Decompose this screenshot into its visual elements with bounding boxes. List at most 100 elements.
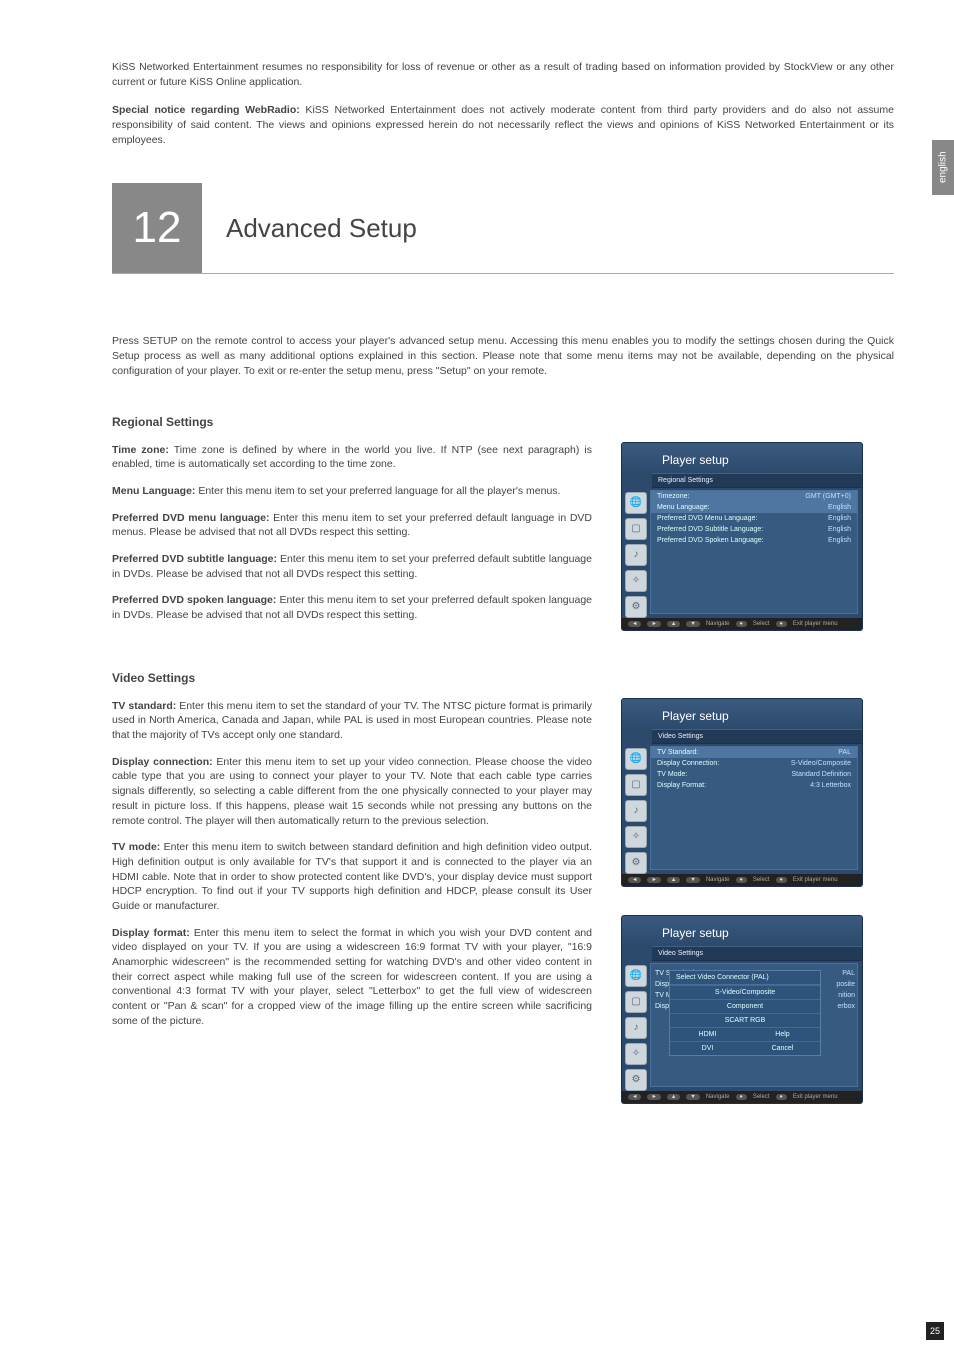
intro-paragraph: Press SETUP on the remote control to acc… bbox=[112, 334, 894, 378]
bold-label: Preferred DVD subtitle language: bbox=[112, 553, 277, 565]
kv-key: Preferred DVD Spoken Language: bbox=[657, 537, 764, 544]
tv-icon: ▢ bbox=[625, 518, 647, 540]
shot-content: TV Standard:PAL Display Connection:S-Vid… bbox=[650, 746, 858, 870]
foot-label: Navigate bbox=[706, 621, 730, 627]
foot-label: Exit player menu bbox=[793, 621, 838, 627]
shot-sidebar: 🌐 ▢ ♪ ✧ ⚙ bbox=[622, 961, 650, 1091]
popup-item: Component bbox=[670, 999, 820, 1013]
para-menu-language: Menu Language: Enter this menu item to s… bbox=[112, 484, 592, 499]
regional-text-col: Time zone: Time zone is defined by where… bbox=[112, 443, 592, 635]
popup-select-connector: Select Video Connector (PAL) S-Video/Com… bbox=[669, 970, 821, 1056]
disclaimer-stockview: KiSS Networked Entertainment resumes no … bbox=[112, 60, 894, 89]
shot-subtitle: Regional Settings bbox=[652, 473, 862, 488]
kv-key: Preferred DVD Menu Language: bbox=[657, 515, 757, 522]
popup-title: Select Video Connector (PAL) bbox=[670, 971, 820, 985]
para-dvd-menu-lang: Preferred DVD menu language: Enter this … bbox=[112, 511, 592, 540]
popup-item: Cancel bbox=[745, 1041, 820, 1055]
text: erbox bbox=[836, 1001, 855, 1012]
kv-row: Timezone:GMT (GMT+0) bbox=[651, 491, 857, 502]
kv-val: S-Video/Composite bbox=[791, 760, 851, 767]
network-icon: ✧ bbox=[625, 570, 647, 592]
select-pill: ● bbox=[736, 877, 747, 883]
bold-label: Preferred DVD menu language: bbox=[112, 512, 269, 524]
shot-footer: ◄►▲▼Navigate ●Select ●Exit player menu bbox=[622, 874, 862, 886]
foot-label: Select bbox=[753, 877, 770, 883]
shot-subtitle: Video Settings bbox=[652, 946, 862, 961]
popup-item: DVI bbox=[670, 1041, 745, 1055]
shot-title: Player setup bbox=[622, 916, 862, 946]
bold-label: TV standard: bbox=[112, 700, 176, 712]
text: Enter this menu item to set your preferr… bbox=[195, 485, 560, 497]
video-text-col: TV standard: Enter this menu item to set… bbox=[112, 699, 592, 1041]
bold-label: TV mode: bbox=[112, 841, 160, 853]
globe-icon: 🌐 bbox=[625, 748, 647, 770]
text: Enter this menu item to switch between s… bbox=[112, 841, 592, 912]
screenshot-video-popup: Player setup Video Settings 🌐 ▢ ♪ ✧ ⚙ TV… bbox=[622, 916, 862, 1103]
kv-val: English bbox=[828, 537, 851, 544]
shot-body: 🌐 ▢ ♪ ✧ ⚙ Timezone:GMT (GMT+0) Menu Lang… bbox=[622, 488, 862, 618]
foot-label: Select bbox=[753, 621, 770, 627]
bold-label: Preferred DVD spoken language: bbox=[112, 594, 276, 606]
text: Enter this menu item to select the forma… bbox=[112, 927, 592, 1027]
shot-content: Timezone:GMT (GMT+0) Menu Language:Engli… bbox=[650, 490, 858, 614]
bold-label: Display connection: bbox=[112, 756, 213, 768]
kv-val: English bbox=[828, 526, 851, 533]
shot-footer: ◄►▲▼Navigate ●Select ●Exit player menu bbox=[622, 618, 862, 630]
tv-icon: ▢ bbox=[625, 991, 647, 1013]
text: posite bbox=[836, 979, 855, 990]
nav-pill: ▼ bbox=[686, 621, 699, 627]
language-tab: english bbox=[932, 140, 954, 195]
nav-pill: ◄ bbox=[628, 621, 641, 627]
nav-pill: ▲ bbox=[667, 1094, 680, 1100]
para-display-format: Display format: Enter this menu item to … bbox=[112, 926, 592, 1029]
popup-item: HDMI bbox=[670, 1027, 745, 1041]
audio-icon: ♪ bbox=[625, 800, 647, 822]
popup-item: Help bbox=[745, 1027, 820, 1041]
network-icon: ✧ bbox=[625, 1043, 647, 1065]
popup-row: HDMI Help bbox=[670, 1027, 820, 1041]
kv-row: Display Connection:S-Video/Composite bbox=[651, 758, 857, 769]
para-tv-standard: TV standard: Enter this menu item to set… bbox=[112, 699, 592, 743]
text: Time zone is defined by where in the wor… bbox=[112, 444, 592, 471]
exit-pill: ● bbox=[776, 877, 787, 883]
para-display-connection: Display connection: Enter this menu item… bbox=[112, 755, 592, 828]
kv-key: Preferred DVD Subtitle Language: bbox=[657, 526, 763, 533]
video-shot-col: Player setup Video Settings 🌐 ▢ ♪ ✧ ⚙ TV… bbox=[622, 699, 862, 1103]
bold-label: Display format: bbox=[112, 927, 190, 939]
shot-body: 🌐 ▢ ♪ ✧ ⚙ TV Standard: Displa TV Mo Disp… bbox=[622, 961, 862, 1091]
foot-label: Navigate bbox=[706, 1094, 730, 1100]
nav-pill: ▼ bbox=[686, 877, 699, 883]
shot-content: TV Standard: Displa TV Mo Displa PAL pos… bbox=[650, 963, 858, 1087]
kv-key: Display Format: bbox=[657, 782, 706, 789]
foot-label: Exit player menu bbox=[793, 877, 838, 883]
tv-icon: ▢ bbox=[625, 774, 647, 796]
popup-row: DVI Cancel bbox=[670, 1041, 820, 1055]
shot-title: Player setup bbox=[622, 699, 862, 729]
regional-shot-col: Player setup Regional Settings 🌐 ▢ ♪ ✧ ⚙… bbox=[622, 443, 862, 630]
bold-label: Time zone: bbox=[112, 444, 169, 456]
globe-icon: 🌐 bbox=[625, 965, 647, 987]
shot-title: Player setup bbox=[622, 443, 862, 473]
text: PAL bbox=[836, 968, 855, 979]
kv-val: English bbox=[828, 504, 851, 511]
bold-label: Menu Language: bbox=[112, 485, 195, 497]
kv-val: English bbox=[828, 515, 851, 522]
kv-row: TV Standard:PAL bbox=[651, 747, 857, 758]
screenshot-video: Player setup Video Settings 🌐 ▢ ♪ ✧ ⚙ TV… bbox=[622, 699, 862, 886]
behind-vals: PAL posite nition erbox bbox=[836, 968, 855, 1013]
kv-row: Menu Language:English bbox=[651, 502, 857, 513]
popup-item: SCART RGB bbox=[670, 1013, 820, 1027]
kv-row: Preferred DVD Subtitle Language: English bbox=[651, 524, 857, 535]
shot-sidebar: 🌐 ▢ ♪ ✧ ⚙ bbox=[622, 488, 650, 618]
nav-pill: ► bbox=[647, 621, 660, 627]
shot-body: 🌐 ▢ ♪ ✧ ⚙ TV Standard:PAL Display Connec… bbox=[622, 744, 862, 874]
select-pill: ● bbox=[736, 1094, 747, 1100]
video-row: TV standard: Enter this menu item to set… bbox=[112, 699, 894, 1103]
audio-icon: ♪ bbox=[625, 544, 647, 566]
page-number: 25 bbox=[926, 1322, 944, 1340]
section-heading-regional: Regional Settings bbox=[112, 415, 894, 429]
misc-icon: ⚙ bbox=[625, 1069, 647, 1091]
kv-key: Timezone: bbox=[657, 493, 689, 500]
section-heading-video: Video Settings bbox=[112, 671, 894, 685]
exit-pill: ● bbox=[776, 1094, 787, 1100]
